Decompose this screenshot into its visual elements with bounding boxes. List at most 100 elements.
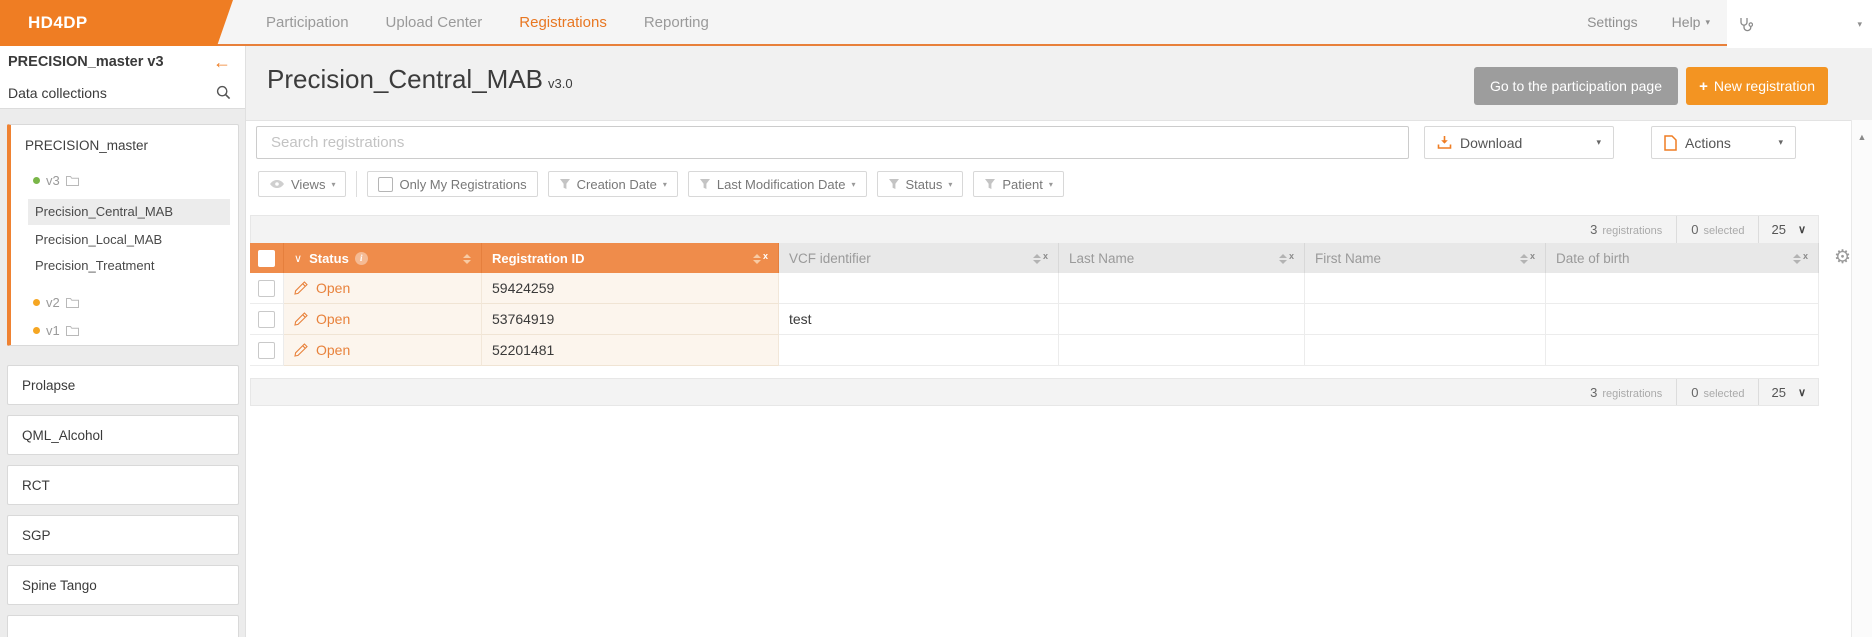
main-content: Precision_Central_MABv3.0 Go to the part…: [245, 46, 1872, 637]
table-settings-gear-icon[interactable]: ⚙: [1834, 248, 1851, 267]
select-all-checkbox[interactable]: [258, 250, 275, 267]
funnel-icon: [559, 178, 571, 190]
open-registration-link[interactable]: Open: [294, 311, 350, 327]
help-menu[interactable]: Help ▾: [1672, 14, 1710, 30]
caret-down-icon: ▾: [331, 180, 335, 189]
pencil-icon: [294, 343, 308, 357]
caret-down-icon: ▾: [851, 180, 855, 189]
tree-item-precision-treatment[interactable]: Precision_Treatment: [28, 253, 230, 279]
column-header-status[interactable]: ∨ Status i: [284, 243, 482, 273]
column-label: First Name: [1315, 251, 1381, 266]
open-registration-link[interactable]: Open: [294, 280, 350, 296]
nav-reporting[interactable]: Reporting: [644, 14, 709, 31]
version-item-v1[interactable]: v1: [33, 323, 79, 338]
collection-card-precision-master[interactable]: PRECISION_master v3 Precision_Central_MA…: [7, 124, 239, 346]
tree-item-precision-central-mab[interactable]: Precision_Central_MAB: [28, 199, 230, 225]
column-header-date-of-birth[interactable]: Date of birth x: [1546, 243, 1819, 273]
only-my-registrations-checkbox[interactable]: [378, 177, 393, 192]
creation-date-filter[interactable]: Creation Date ▾: [548, 171, 678, 197]
vcf-identifier-cell: [779, 335, 1059, 366]
chevron-down-icon: ∨: [1798, 386, 1806, 399]
page-title: Precision_Central_MABv3.0: [267, 64, 573, 95]
actions-label: Actions: [1685, 135, 1731, 151]
date-of-birth-cell: [1546, 335, 1819, 366]
column-label: Date of birth: [1556, 251, 1630, 266]
new-registration-label: New registration: [1714, 78, 1815, 94]
sort-icon[interactable]: [1279, 252, 1287, 264]
column-header-first-name[interactable]: First Name x: [1305, 243, 1546, 273]
date-of-birth-cell: [1546, 273, 1819, 304]
remove-column-icon[interactable]: x: [1289, 252, 1294, 260]
settings-link[interactable]: Settings: [1587, 14, 1638, 30]
sort-icon[interactable]: [753, 252, 761, 264]
row-checkbox[interactable]: [258, 311, 275, 328]
nav-registrations[interactable]: Registrations: [519, 14, 607, 31]
open-label: Open: [316, 280, 350, 296]
sort-icon[interactable]: [463, 252, 471, 264]
page-size-select[interactable]: 25 ∨: [1759, 385, 1818, 400]
collection-card-prolapse[interactable]: Prolapse: [7, 365, 239, 405]
sort-icon[interactable]: [1520, 252, 1528, 264]
open-registration-link[interactable]: Open: [294, 342, 350, 358]
row-checkbox[interactable]: [258, 280, 275, 297]
collection-card-spine-tango[interactable]: Spine Tango: [7, 565, 239, 605]
remove-column-icon[interactable]: x: [1043, 252, 1048, 260]
go-to-participation-button[interactable]: Go to the participation page: [1474, 67, 1678, 105]
sort-icon[interactable]: [1793, 252, 1801, 264]
first-name-cell: [1305, 335, 1546, 366]
help-label: Help: [1672, 14, 1701, 30]
column-header-last-name[interactable]: Last Name x: [1059, 243, 1305, 273]
remove-column-icon[interactable]: x: [1803, 252, 1808, 260]
collection-card-partial[interactable]: [7, 615, 239, 637]
page-size-select[interactable]: 25 ∨: [1759, 222, 1818, 237]
user-name: [1759, 15, 1851, 33]
vertical-scrollbar[interactable]: ▲: [1851, 120, 1872, 637]
search-icon[interactable]: [216, 85, 231, 100]
version-item-v2[interactable]: v2: [33, 295, 79, 310]
remove-column-icon[interactable]: x: [763, 252, 768, 260]
column-label: Last Name: [1069, 251, 1134, 266]
column-label: Registration ID: [492, 251, 584, 266]
patient-filter[interactable]: Patient ▾: [973, 171, 1064, 197]
remove-column-icon[interactable]: x: [1530, 252, 1535, 260]
only-my-registrations-toggle[interactable]: Only My Registrations: [367, 171, 537, 197]
views-button[interactable]: Views ▾: [258, 171, 346, 197]
sidebar-workspace-row: PRECISION_master v3 ←: [0, 46, 245, 77]
scroll-up-icon[interactable]: ▲: [1858, 132, 1867, 142]
only-my-registrations-label: Only My Registrations: [399, 177, 526, 192]
nav-participation[interactable]: Participation: [266, 14, 349, 31]
new-registration-button[interactable]: + New registration: [1686, 67, 1828, 105]
row-checkbox[interactable]: [258, 342, 275, 359]
user-menu[interactable]: ▾: [1727, 0, 1872, 48]
download-button[interactable]: Download ▾: [1424, 126, 1614, 159]
search-input[interactable]: [256, 126, 1409, 159]
eye-icon: [269, 179, 285, 189]
nav-upload-center[interactable]: Upload Center: [386, 14, 483, 31]
last-name-cell: [1059, 304, 1305, 335]
table-header-row: ∨ Status i Registration ID x VCF identif…: [250, 243, 1819, 273]
caret-down-icon: ▾: [1049, 180, 1053, 189]
collection-card-sgp[interactable]: SGP: [7, 515, 239, 555]
collection-card-qml-alcohol[interactable]: QML_Alcohol: [7, 415, 239, 455]
funnel-icon: [888, 178, 900, 190]
registrations-count: 3 registrations: [1576, 385, 1676, 400]
page-size-value: 25: [1771, 385, 1785, 400]
status-filter-label: Status: [906, 177, 943, 192]
column-header-registration-id[interactable]: Registration ID x: [482, 243, 779, 273]
version-item-v3[interactable]: v3: [33, 173, 79, 188]
folder-icon: [66, 326, 79, 336]
collapse-sidebar-icon[interactable]: ←: [213, 53, 231, 71]
sort-icon[interactable]: [1033, 252, 1041, 264]
last-modification-date-filter[interactable]: Last Modification Date ▾: [688, 171, 867, 197]
last-modification-date-label: Last Modification Date: [717, 177, 846, 192]
tree-item-precision-local-mab[interactable]: Precision_Local_MAB: [28, 227, 230, 253]
open-label: Open: [316, 342, 350, 358]
selected-count-value: 0: [1691, 385, 1698, 400]
actions-button[interactable]: Actions ▾: [1651, 126, 1796, 159]
collection-card-rct[interactable]: RCT: [7, 465, 239, 505]
column-header-vcf-identifier[interactable]: VCF identifier x: [779, 243, 1059, 273]
sidebar: PRECISION_master v3 ← Data collections P…: [0, 46, 245, 637]
status-filter[interactable]: Status ▾: [877, 171, 964, 197]
table-row: Open 59424259: [250, 273, 1819, 304]
workspace-title: PRECISION_master v3: [8, 54, 213, 70]
